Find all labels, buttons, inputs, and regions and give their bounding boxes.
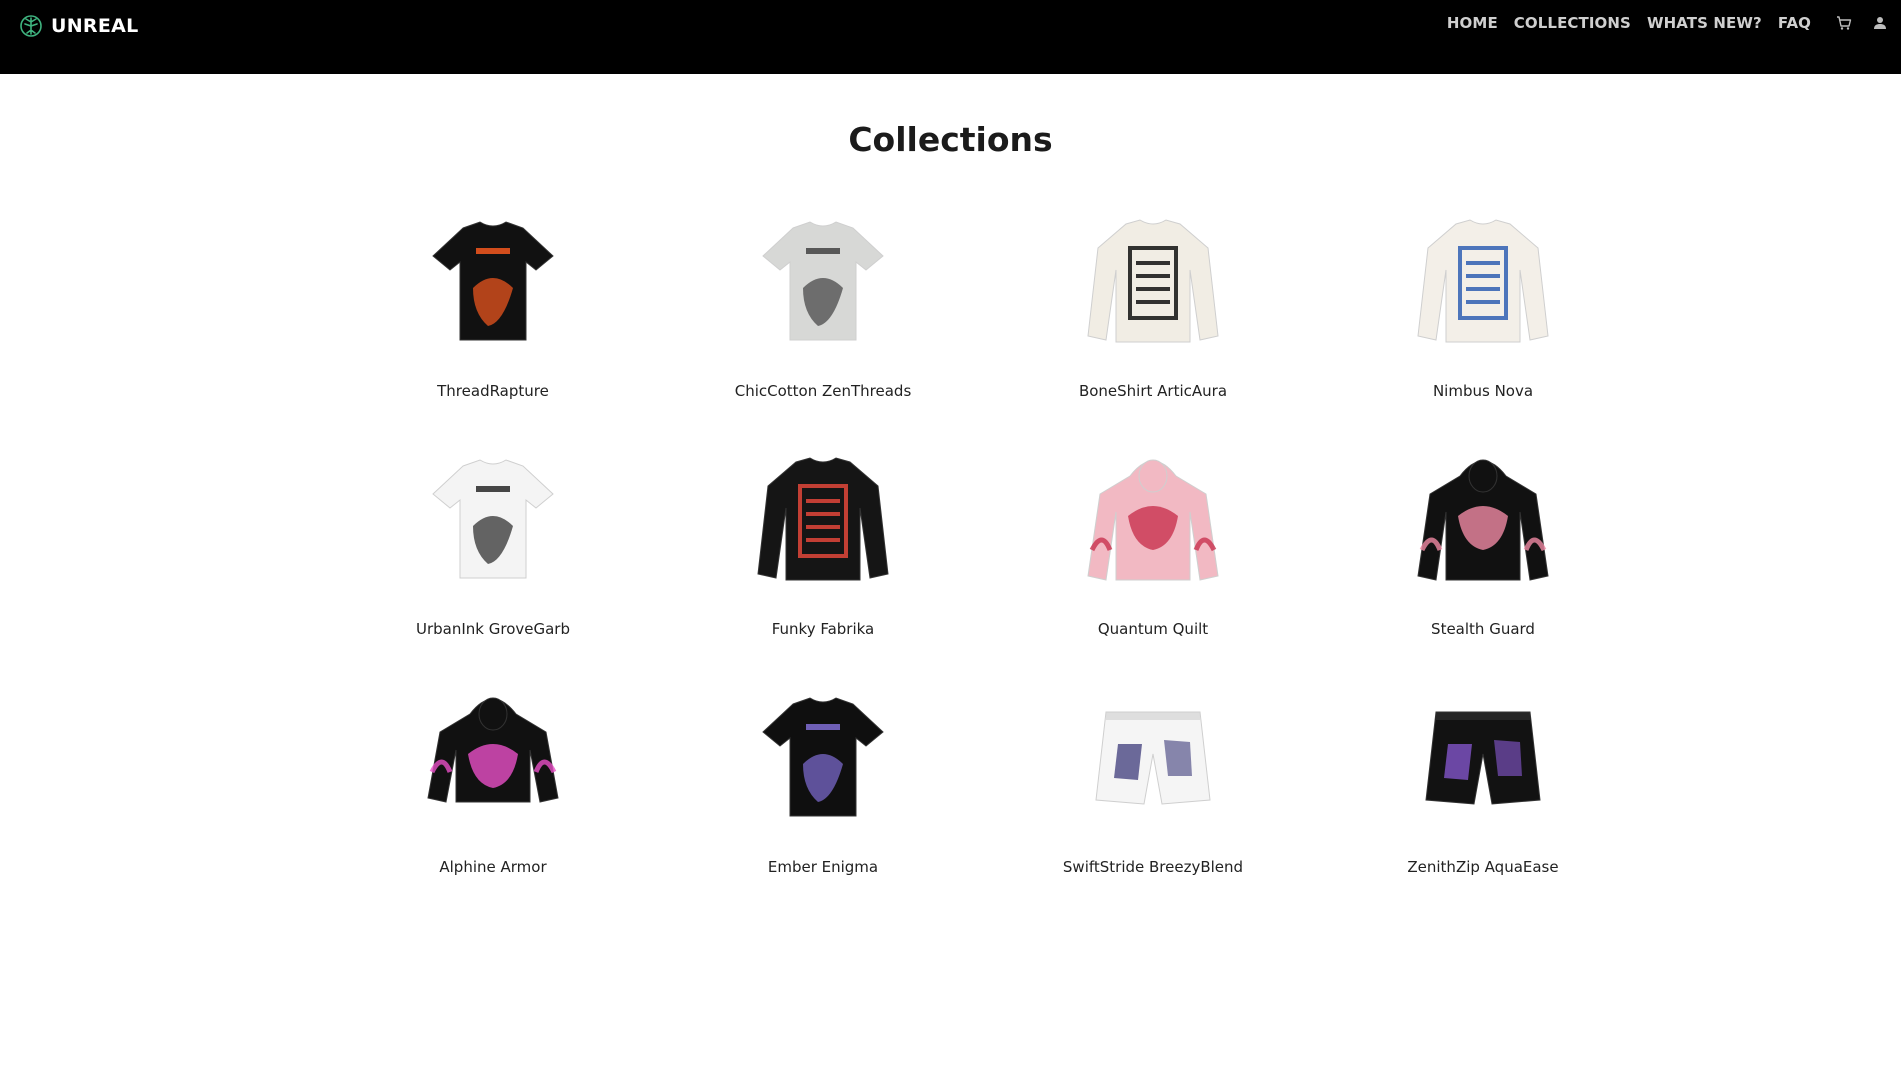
product-image[interactable] (418, 684, 568, 834)
main-menu: HOME COLLECTIONS WHATS NEW? FAQ (1447, 14, 1811, 32)
product-name[interactable]: Nimbus Nova (1433, 382, 1533, 400)
top-navbar: UNREAL HOME COLLECTIONS WHATS NEW? FAQ (0, 0, 1901, 74)
nav-whats-new[interactable]: WHATS NEW? (1647, 14, 1762, 32)
product-card[interactable]: Quantum Quilt (988, 446, 1318, 684)
product-card[interactable]: Alphine Armor (328, 684, 658, 922)
product-name[interactable]: Quantum Quilt (1098, 620, 1208, 638)
product-card[interactable]: Ember Enigma (658, 684, 988, 922)
product-grid: ThreadRapture ChicCotton ZenThreads Bone… (328, 208, 1648, 922)
product-card[interactable]: Nimbus Nova (1318, 208, 1648, 446)
product-name[interactable]: Alphine Armor (439, 858, 546, 876)
product-name[interactable]: Stealth Guard (1431, 620, 1535, 638)
nav-icons (1835, 14, 1889, 32)
product-image[interactable] (1408, 446, 1558, 596)
user-icon[interactable] (1871, 14, 1889, 32)
nav-home[interactable]: HOME (1447, 14, 1498, 32)
nav-faq[interactable]: FAQ (1778, 14, 1811, 32)
product-card[interactable]: ChicCotton ZenThreads (658, 208, 988, 446)
product-image[interactable] (748, 446, 898, 596)
product-image[interactable] (1078, 684, 1228, 834)
page-title: Collections (848, 120, 1053, 159)
product-name[interactable]: ChicCotton ZenThreads (735, 382, 912, 400)
nav-collections[interactable]: COLLECTIONS (1514, 14, 1631, 32)
product-card[interactable]: UrbanInk GroveGarb (328, 446, 658, 684)
product-name[interactable]: Funky Fabrika (772, 620, 875, 638)
product-name[interactable]: ZenithZip AquaEase (1407, 858, 1558, 876)
product-card[interactable]: BoneShirt ArticAura (988, 208, 1318, 446)
product-name[interactable]: Ember Enigma (768, 858, 878, 876)
product-image[interactable] (1408, 684, 1558, 834)
product-image[interactable] (748, 208, 898, 358)
product-image[interactable] (1078, 208, 1228, 358)
product-card[interactable]: ZenithZip AquaEase (1318, 684, 1648, 922)
cart-icon[interactable] (1835, 14, 1853, 32)
product-image[interactable] (1408, 208, 1558, 358)
product-card[interactable]: Stealth Guard (1318, 446, 1648, 684)
product-image[interactable] (418, 446, 568, 596)
product-card[interactable]: Funky Fabrika (658, 446, 988, 684)
product-card[interactable]: SwiftStride BreezyBlend (988, 684, 1318, 922)
product-name[interactable]: SwiftStride BreezyBlend (1063, 858, 1243, 876)
product-image[interactable] (748, 684, 898, 834)
product-image[interactable] (418, 208, 568, 358)
product-name[interactable]: BoneShirt ArticAura (1079, 382, 1227, 400)
product-name[interactable]: ThreadRapture (437, 382, 549, 400)
tree-emblem-icon (19, 14, 43, 38)
product-name[interactable]: UrbanInk GroveGarb (416, 620, 570, 638)
product-card[interactable]: ThreadRapture (328, 208, 658, 446)
product-image[interactable] (1078, 446, 1228, 596)
brand-home-link[interactable]: UNREAL (19, 12, 139, 40)
brand-name: UNREAL (51, 15, 139, 37)
